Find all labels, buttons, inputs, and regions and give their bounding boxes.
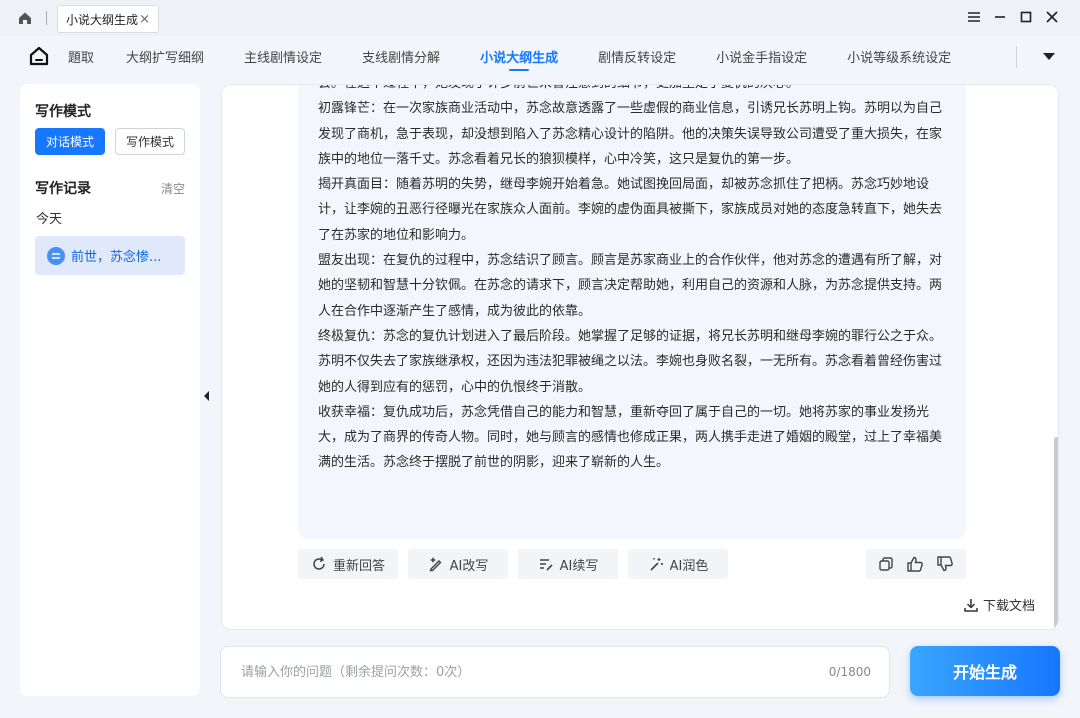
tab-label: 小说大纲生成 [66,12,139,27]
magic-wand-icon [648,556,664,572]
download-icon [963,597,979,613]
nav-tab[interactable]: 剧情反转设定 [598,36,676,76]
home-icon[interactable] [14,7,36,29]
response-paragraph: 初露锋芒：在一次家族商业活动中，苏念故意透露了一些虚假的商业信息，引诱兄长苏明上… [318,101,943,167]
chat-record-icon [47,246,65,265]
scrollbar[interactable] [1054,437,1058,629]
clear-records-link[interactable]: 清空 [161,180,185,197]
maximize-icon[interactable] [1018,6,1034,28]
start-generate-button[interactable]: 开始生成 [910,646,1060,696]
tab-novel-outline[interactable]: 小说大纲生成 × [57,5,159,33]
ai-polish-label: AI润色 [669,558,709,574]
ai-response-bubble: 会。在这个过程中，她发现了许多前世未曾注意到的细节，更加坚定了复仇的决心。初露锋… [298,85,966,539]
feedback-toolbar [866,549,966,579]
chat-panel: 会。在这个过程中，她发现了许多前世未曾注意到的细节，更加坚定了复仇的决心。初露锋… [221,84,1059,630]
ai-continue-label: AI续写 [559,558,599,574]
refresh-icon [311,556,327,572]
download-label: 下载文档 [983,599,1036,614]
ai-continue-button[interactable]: AI续写 [518,549,618,579]
title-bar: 小说大纲生成 × [0,0,1080,36]
writing-records-heading: 写作记录 [35,181,91,197]
regenerate-label: 重新回答 [332,558,385,574]
thumbs-up-icon[interactable] [906,556,924,572]
write-mode-button[interactable]: 写作模式 [115,128,185,155]
title-separator [46,11,47,25]
copy-icon[interactable] [878,556,894,572]
writing-mode-heading: 写作模式 [35,104,91,120]
response-paragraph: 盟友出现：在复仇的过程中，苏念结识了顾言。顾言是苏家商业上的合作伙伴，他对苏念的… [318,253,943,319]
regenerate-button[interactable]: 重新回答 [298,549,398,579]
record-label: 前世，苏念惨... [71,250,162,265]
ai-polish-button[interactable]: AI润色 [628,549,728,579]
lines-pen-icon [538,556,554,572]
chat-mode-button[interactable]: 对话模式 [35,128,105,155]
response-paragraph: 收获幸福：复仇成功后，苏念凭借自己的能力和智慧，重新夺回了属于自己的一切。她将苏… [318,404,943,471]
record-list-item[interactable]: 前世，苏念惨... [35,236,185,275]
pen-sparkle-icon [428,556,444,572]
nav-tab[interactable]: 支线剧情分解 [362,36,440,76]
collapse-sidebar-icon[interactable] [200,381,212,411]
thumbs-down-icon[interactable] [936,556,954,572]
download-document-button[interactable]: 下载文档 [963,595,1035,614]
ai-rewrite-button[interactable]: AI改写 [408,549,508,579]
today-label: 今天 [36,212,63,227]
menu-icon[interactable] [966,6,982,28]
response-text: 会。在这个过程中，她发现了许多前世未曾注意到的细节，更加坚定了复仇的决心。初露锋… [318,85,948,476]
nav-divider [1016,46,1017,68]
nav-tabs: 題取 大纲扩写细纲 主线剧情设定 支线剧情分解 小说大纲生成 剧情反转设定 小说金手指设定小… [68,36,1028,76]
question-input-box: 0/1800 [220,646,890,698]
response-paragraph: 会。在这个过程中，她发现了许多前世未曾注意到的细节，更加坚定了复仇的决心。 [318,85,948,96]
feature-nav-bar: 題取 大纲扩写细纲 主线剧情设定 支线剧情分解 小说大纲生成 剧情反转设定 小说金手指设定小… [0,36,1080,76]
question-input[interactable] [241,664,819,680]
nav-home-icon[interactable] [28,45,50,67]
nav-tab[interactable]: 小说金手指设定 [716,36,807,76]
minimize-icon[interactable] [992,6,1008,28]
nav-more-icon[interactable] [1040,48,1058,64]
close-icon[interactable] [1044,6,1060,28]
ai-rewrite-label: AI改写 [449,558,489,574]
nav-tab[interactable]: 大纲扩写细纲 [126,36,204,76]
char-counter: 0/1800 [828,665,871,679]
nav-tab[interactable]: 小说大纲生成 [480,36,558,76]
sidebar: 写作模式 对话模式 写作模式 写作记录 清空 今天 前世，苏念惨... [20,84,200,696]
nav-tab[interactable]: 題取 [68,36,94,76]
nav-tab[interactable]: 小说等级系统设定 [847,36,951,76]
response-paragraph: 终极复仇：苏念的复仇计划进入了最后阶段。她掌握了足够的证据，将兄长苏明和继母李婉… [318,328,943,395]
response-paragraph: 揭开真面目：随着苏明的失势，继母李婉开始着急。她试图挽回局面，却被苏念抓住了把柄… [318,177,943,243]
tab-close-icon[interactable]: × [139,12,150,27]
nav-tab[interactable]: 主线剧情设定 [244,36,322,76]
